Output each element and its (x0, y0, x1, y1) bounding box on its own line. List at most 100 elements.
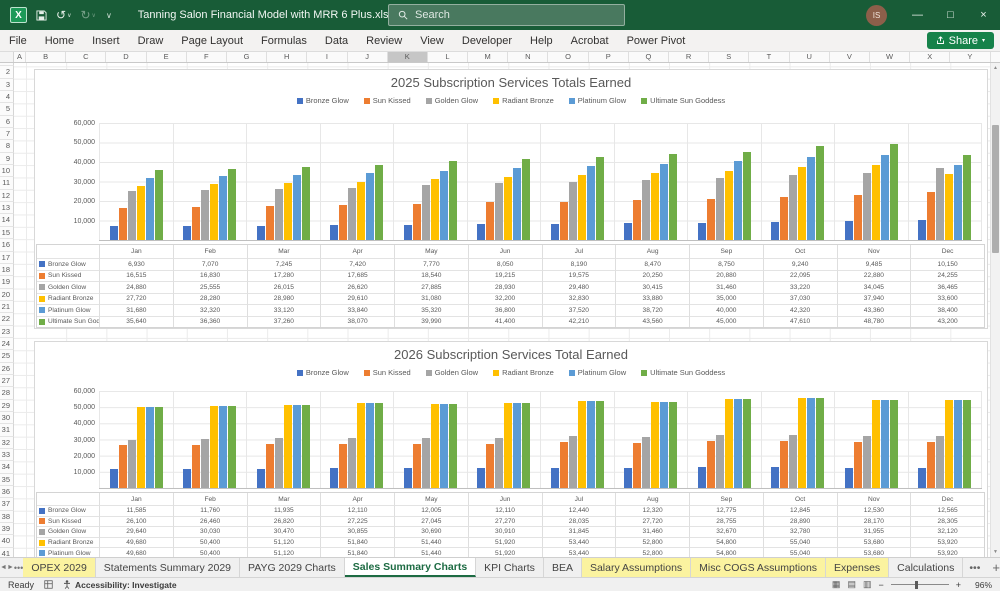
sheet-tab-calculations[interactable]: Calculations (889, 558, 963, 577)
ribbon-tab-home[interactable]: Home (36, 30, 83, 51)
sheet-tab-kpi-charts[interactable]: KPI Charts (476, 558, 544, 577)
row-header-14[interactable]: 14 (0, 214, 14, 226)
close-button[interactable]: × (967, 0, 1000, 30)
sheet-tab-payg-2029-charts[interactable]: PAYG 2029 Charts (240, 558, 345, 577)
row-header-20[interactable]: 20 (0, 289, 14, 301)
row-header-13[interactable]: 13 (0, 202, 14, 214)
ribbon-tab-acrobat[interactable]: Acrobat (562, 30, 618, 51)
search-input[interactable]: Search (388, 4, 625, 26)
undo-button[interactable]: ↺∨ (56, 8, 71, 22)
column-header-a[interactable]: A (14, 52, 26, 62)
row-header-29[interactable]: 29 (0, 400, 14, 412)
column-header-p[interactable]: P (589, 52, 629, 62)
zoom-out-icon[interactable]: − (878, 580, 883, 590)
macro-record-icon[interactable] (44, 580, 53, 589)
column-header-r[interactable]: R (669, 52, 709, 62)
sheet-tab-sales-summary-charts[interactable]: Sales Summary Charts (345, 558, 476, 577)
ribbon-tab-file[interactable]: File (0, 30, 36, 51)
sheet-tab-salary-assumptions[interactable]: Salary Assumptions (582, 558, 691, 577)
legend-item-sun-kissed[interactable]: Sun Kissed (364, 368, 411, 377)
legend-item-radiant-bronze[interactable]: Radiant Bronze (493, 96, 554, 105)
row-header-7[interactable]: 7 (0, 128, 14, 140)
row-header-5[interactable]: 5 (0, 103, 14, 115)
row-header-30[interactable]: 30 (0, 412, 14, 424)
save-icon[interactable] (36, 10, 47, 21)
user-avatar[interactable]: IS (866, 5, 887, 26)
chart-2026-subscriptions[interactable]: 2026 Subscription Services Total EarnedB… (34, 341, 988, 557)
row-header-36[interactable]: 36 (0, 486, 14, 498)
sheet-nav-right-icon[interactable]: ► (7, 558, 14, 577)
ribbon-tab-data[interactable]: Data (316, 30, 357, 51)
ribbon-tab-view[interactable]: View (411, 30, 453, 51)
column-header-c[interactable]: C (66, 52, 106, 62)
page-layout-view-icon[interactable]: ▤ (847, 579, 856, 590)
row-header-22[interactable]: 22 (0, 313, 14, 325)
ribbon-tab-formulas[interactable]: Formulas (252, 30, 316, 51)
column-header-v[interactable]: V (830, 52, 870, 62)
row-header-39[interactable]: 39 (0, 523, 14, 535)
legend-item-radiant-bronze[interactable]: Radiant Bronze (493, 368, 554, 377)
zoom-in-icon[interactable]: + (956, 580, 961, 590)
column-header-h[interactable]: H (267, 52, 307, 62)
excel-app-icon[interactable]: X (10, 7, 27, 23)
column-header-b[interactable]: B (26, 52, 66, 62)
row-header-19[interactable]: 19 (0, 276, 14, 288)
ribbon-tab-insert[interactable]: Insert (83, 30, 129, 51)
sheet-tab-expenses[interactable]: Expenses (826, 558, 889, 577)
legend-item-platinum-glow[interactable]: Platinum Glow (569, 368, 626, 377)
ribbon-tab-review[interactable]: Review (357, 30, 411, 51)
chart-2025-subscriptions[interactable]: 2025 Subscription Services Totals Earned… (34, 69, 988, 329)
row-header-24[interactable]: 24 (0, 338, 14, 350)
row-header-8[interactable]: 8 (0, 140, 14, 152)
column-header-u[interactable]: U (790, 52, 830, 62)
ribbon-tab-help[interactable]: Help (521, 30, 562, 51)
row-header-21[interactable]: 21 (0, 301, 14, 313)
ribbon-tab-power-pivot[interactable]: Power Pivot (618, 30, 695, 51)
column-header-l[interactable]: L (428, 52, 468, 62)
legend-item-golden-glow[interactable]: Golden Glow (426, 368, 478, 377)
column-header-k[interactable]: K (388, 52, 428, 62)
row-header-10[interactable]: 10 (0, 165, 14, 177)
worksheet-area[interactable]: 1234567891011121314151617181920212223242… (0, 63, 1000, 557)
restore-button[interactable]: □ (934, 0, 967, 30)
row-header-6[interactable]: 6 (0, 116, 14, 128)
row-header-3[interactable]: 3 (0, 79, 14, 91)
more-sheets-icon[interactable]: ••• (963, 558, 986, 577)
row-header-16[interactable]: 16 (0, 239, 14, 251)
row-header-18[interactable]: 18 (0, 264, 14, 276)
page-break-view-icon[interactable]: ▥ (863, 579, 872, 590)
row-header-25[interactable]: 25 (0, 350, 14, 362)
column-header-x[interactable]: X (910, 52, 950, 62)
row-header-28[interactable]: 28 (0, 387, 14, 399)
row-header-40[interactable]: 40 (0, 535, 14, 547)
row-header-15[interactable]: 15 (0, 227, 14, 239)
row-header-27[interactable]: 27 (0, 375, 14, 387)
column-header-o[interactable]: O (548, 52, 588, 62)
column-header-y[interactable]: Y (950, 52, 990, 62)
row-header-2[interactable]: 2 (0, 66, 14, 78)
column-header-n[interactable]: N (508, 52, 548, 62)
row-header-37[interactable]: 37 (0, 498, 14, 510)
column-header-d[interactable]: D (106, 52, 146, 62)
row-header-9[interactable]: 9 (0, 153, 14, 165)
row-header-41[interactable]: 41 (0, 548, 14, 557)
column-header-t[interactable]: T (749, 52, 789, 62)
redo-button[interactable]: ↻∨ (80, 8, 95, 22)
row-header-35[interactable]: 35 (0, 474, 14, 486)
row-header-17[interactable]: 17 (0, 252, 14, 264)
accessibility-status[interactable]: Accessibility: Investigate (63, 580, 177, 590)
legend-item-golden-glow[interactable]: Golden Glow (426, 96, 478, 105)
row-header-23[interactable]: 23 (0, 326, 14, 338)
minimize-button[interactable]: — (901, 0, 934, 30)
customize-qat-button[interactable]: ∨ (105, 11, 112, 20)
vertical-scrollbar[interactable]: ▲ ▼ (990, 63, 1000, 557)
sheet-tab-misc-cogs-assumptions[interactable]: Misc COGS Assumptions (691, 558, 826, 577)
ribbon-tab-draw[interactable]: Draw (129, 30, 173, 51)
sheet-nav-left-icon[interactable]: ◄ (0, 558, 7, 577)
vertical-scroll-thumb[interactable] (992, 125, 999, 253)
row-header-32[interactable]: 32 (0, 437, 14, 449)
column-header-i[interactable]: I (307, 52, 347, 62)
row-header-34[interactable]: 34 (0, 461, 14, 473)
legend-item-ultimate-sun-goddess[interactable]: Ultimate Sun Goddess (641, 368, 725, 377)
normal-view-icon[interactable]: ▦ (832, 579, 841, 590)
